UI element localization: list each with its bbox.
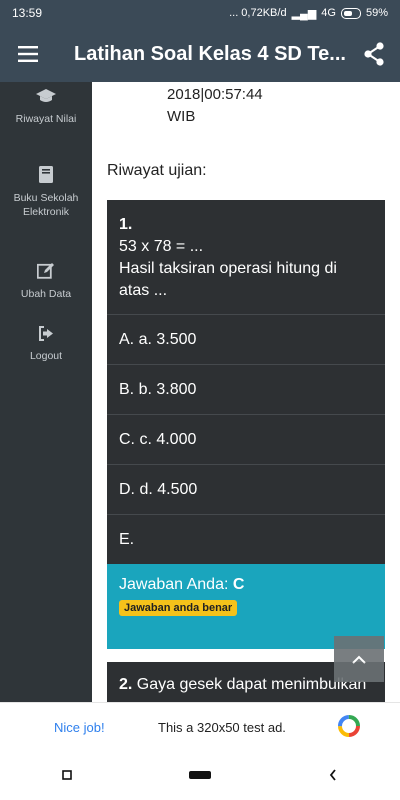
sidebar-item-buku-sekolah[interactable]: Buku Sekolah Elektronik	[0, 166, 92, 219]
option-d[interactable]: D. d. 4.500	[107, 465, 385, 515]
graduation-cap-icon	[0, 88, 92, 108]
ad-logo-icon	[336, 713, 362, 742]
status-bar: 13:59 ... 0,72KB/d ▂▄▆ 4G 59%	[0, 0, 400, 26]
sidebar-item-riwayat-nilai[interactable]: Riwayat Nilai	[0, 88, 92, 126]
share-icon[interactable]	[348, 26, 400, 82]
sidebar: Riwayat Nilai Buku Sekolah Elektronik Ub…	[0, 82, 92, 702]
main-content: 2018|00:57:44 WIB Riwayat ujian: 1. 53 x…	[92, 82, 400, 702]
logout-icon	[0, 326, 92, 345]
option-e[interactable]: E.	[107, 515, 385, 564]
status-time: 13:59	[12, 6, 43, 20]
scroll-to-top-button[interactable]	[334, 636, 384, 682]
option-c[interactable]: C. c. 4.000	[107, 415, 385, 465]
battery-percent: 59%	[365, 7, 388, 19]
edit-icon	[0, 262, 92, 283]
question-text: Gaya gesek dapat menimbulkan	[136, 676, 367, 693]
back-button[interactable]	[313, 755, 353, 795]
back-chevron-icon	[330, 769, 337, 781]
question-line: Hasil taksiran operasi hitung di	[119, 260, 337, 277]
book-icon	[0, 166, 92, 187]
exam-datetime: 2018|00:57:44 WIB	[167, 84, 263, 128]
ad-content[interactable]: Nice job! This a 320x50 test ad.	[38, 703, 362, 751]
sidebar-item-label: Logout	[29, 350, 63, 362]
hamburger-menu-icon[interactable]	[0, 26, 56, 82]
ad-nice-job: Nice job!	[54, 719, 105, 735]
sidebar-item-label: Buku Sekolah Elektronik	[13, 192, 79, 218]
answer-prefix: Jawaban Anda:	[119, 576, 233, 593]
history-label: Riwayat ujian:	[107, 162, 207, 179]
timezone-line: WIB	[167, 108, 196, 125]
status-icons: ... 0,72KB/d ▂▄▆ 4G 59%	[229, 7, 388, 20]
sidebar-item-logout[interactable]: Logout	[0, 326, 92, 363]
result-badge: Jawaban anda benar	[119, 600, 238, 616]
question-text: 1. 53 x 78 = ... Hasil taksiran operasi …	[107, 200, 385, 315]
ad-banner[interactable]: Nice job! This a 320x50 test ad.	[0, 702, 400, 751]
battery-icon	[340, 7, 361, 19]
datetime-line: 2018|00:57:44	[167, 86, 263, 103]
chevron-up-icon	[352, 655, 366, 664]
sidebar-item-ubah-data[interactable]: Ubah Data	[0, 262, 92, 301]
sidebar-item-label: Riwayat Nilai	[15, 113, 77, 125]
home-button[interactable]	[180, 755, 220, 795]
square-icon	[61, 770, 72, 780]
system-nav-bar	[0, 750, 400, 800]
answer-value: C	[232, 576, 245, 593]
question-line: atas ...	[119, 282, 168, 299]
question-card-1: 1. 53 x 78 = ... Hasil taksiran operasi …	[107, 200, 385, 649]
app-bar: Latihan Soal Kelas 4 SD Te...	[0, 26, 400, 82]
signal-icon: ▂▄▆	[291, 7, 317, 20]
your-answer: Jawaban Anda: C	[119, 576, 373, 594]
question-number: 2.	[119, 676, 133, 693]
app-title: Latihan Soal Kelas 4 SD Te...	[74, 42, 346, 65]
home-pill-icon	[188, 771, 211, 779]
option-a[interactable]: A. a. 3.500	[107, 315, 385, 365]
recent-apps-button[interactable]	[47, 755, 87, 795]
signal-type: 4G	[321, 7, 336, 19]
question-number: 1.	[119, 216, 133, 233]
option-b[interactable]: B. b. 3.800	[107, 365, 385, 415]
ad-text: This a 320x50 test ad.	[158, 719, 286, 735]
network-speed: ... 0,72KB/d	[229, 7, 287, 19]
question-line: 53 x 78 = ...	[119, 238, 204, 255]
sidebar-item-label: Ubah Data	[20, 288, 72, 300]
